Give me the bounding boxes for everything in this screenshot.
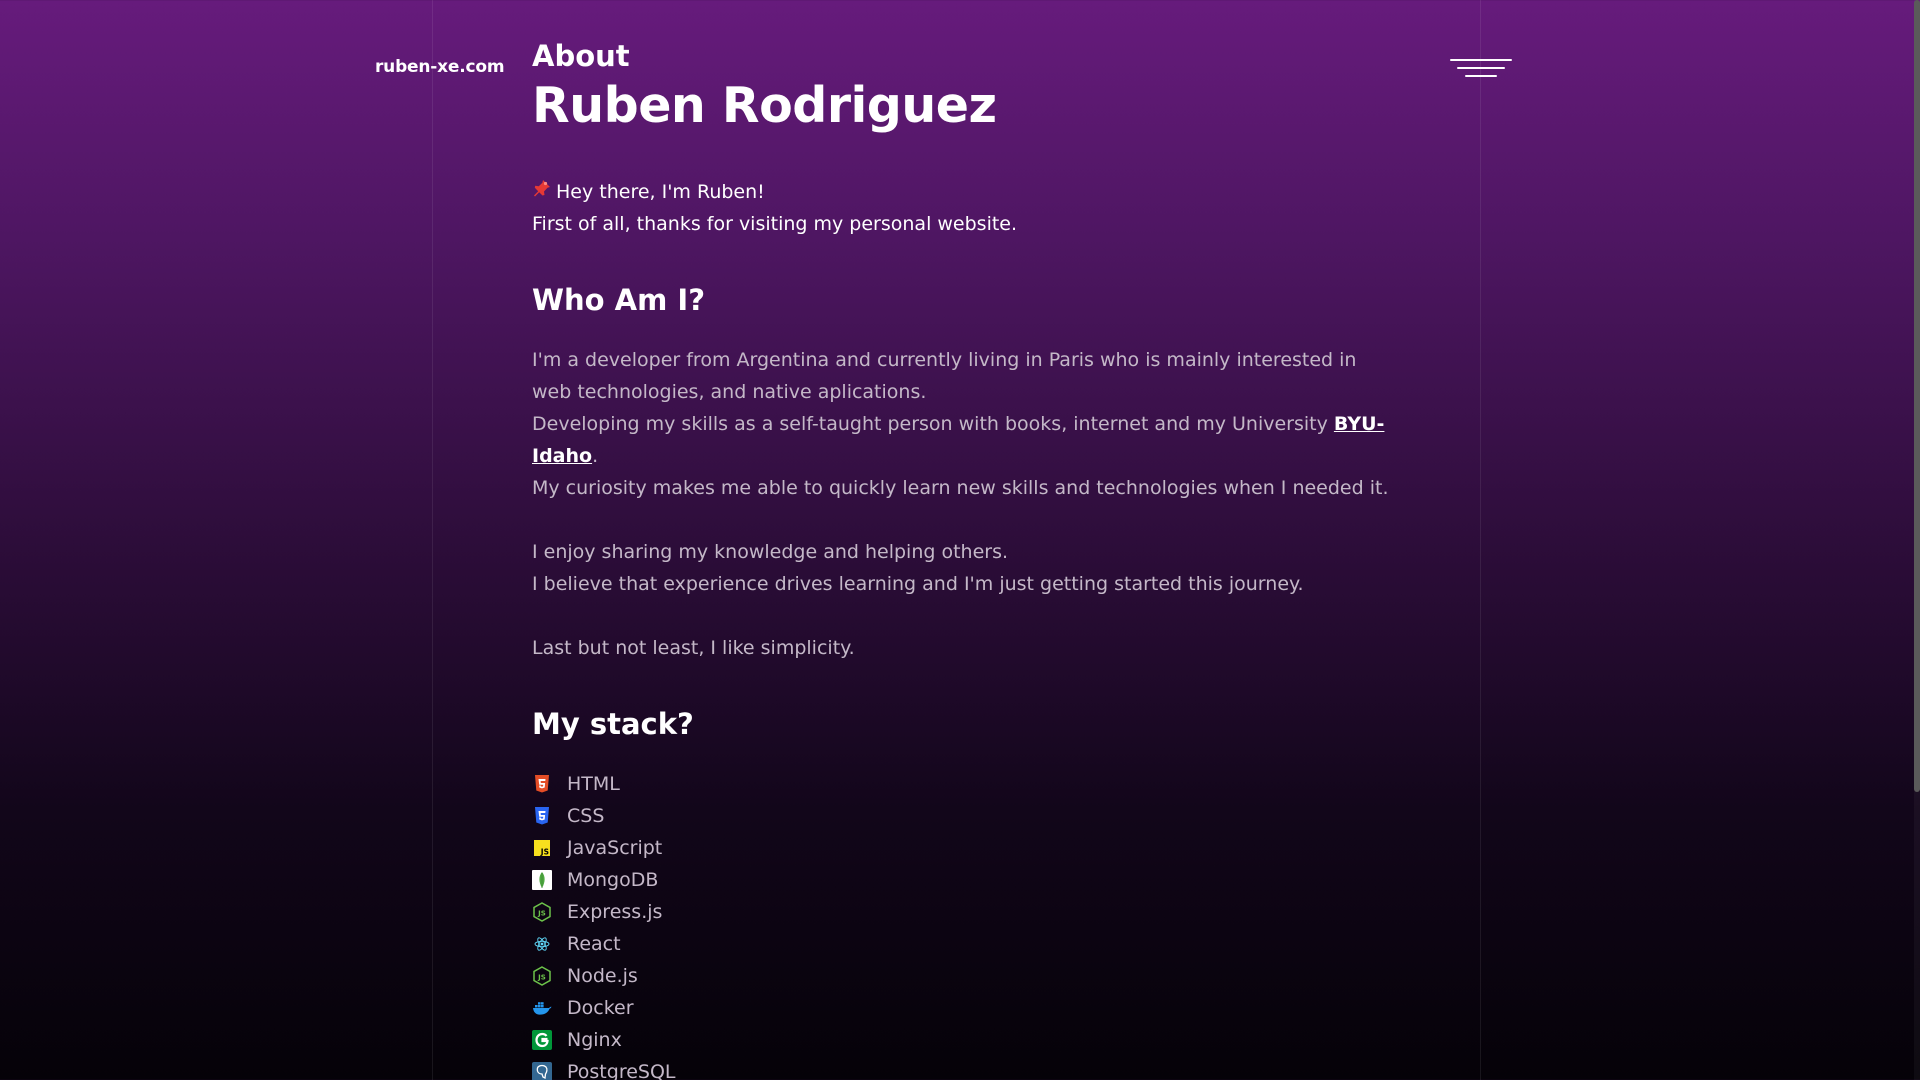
- page-scrollbar[interactable]: [1914, 0, 1920, 1080]
- stack-item-nodejs: JS Node.js: [532, 960, 1392, 992]
- nodejs-hex-icon: JS: [532, 966, 552, 986]
- right-frame-line: [1480, 0, 1481, 1080]
- menu-line-icon: [1450, 59, 1512, 61]
- stack-item-react: React: [532, 928, 1392, 960]
- stack-item-label: CSS: [567, 805, 605, 827]
- bio-paragraph: I enjoy sharing my knowledge and helping…: [532, 541, 1009, 563]
- stack-item-label: Docker: [567, 997, 634, 1019]
- nodejs-hex-icon: JS: [532, 902, 552, 922]
- stack-item-label: PostgreSQL: [567, 1061, 676, 1080]
- stack-item-nginx: Nginx: [532, 1024, 1392, 1056]
- stack-item-docker: Docker: [532, 992, 1392, 1024]
- svg-text:JS: JS: [537, 910, 546, 918]
- stack-item-javascript: JS JavaScript: [532, 832, 1392, 864]
- stack-item-label: React: [567, 933, 621, 955]
- svg-text:JS: JS: [540, 848, 549, 857]
- who-am-i-heading: Who Am I?: [532, 283, 706, 317]
- stack-item-html: HTML: [532, 768, 1392, 800]
- postgresql-icon: [532, 1062, 552, 1080]
- hamburger-menu-button[interactable]: [1450, 56, 1512, 82]
- svg-text:JS: JS: [537, 974, 546, 982]
- nginx-icon: [532, 1030, 552, 1050]
- stack-item-label: JavaScript: [567, 837, 663, 859]
- greeting-text: Hey there, I'm Ruben!: [556, 181, 765, 203]
- css3-icon: [532, 806, 552, 826]
- bio-paragraph: I'm a developer from Argentina and curre…: [532, 349, 1357, 403]
- stack-item-expressjs: JS Express.js: [532, 896, 1392, 928]
- html5-icon: [532, 774, 552, 794]
- stack-list: HTML CSS JS JavaScript MongoDB JS Expres…: [532, 768, 1392, 1080]
- stack-item-label: HTML: [567, 773, 620, 795]
- bio-paragraph: Developing my skills as a self-taught pe…: [532, 408, 1392, 472]
- page-eyebrow: About: [532, 39, 630, 73]
- thanks-text: First of all, thanks for visiting my per…: [532, 213, 1018, 235]
- stack-item-css: CSS: [532, 800, 1392, 832]
- bio-paragraph: I believe that experience drives learnin…: [532, 573, 1304, 595]
- greeting-line: Hey there, I'm Ruben!: [532, 176, 1392, 208]
- pushpin-icon: [532, 176, 556, 208]
- stack-item-label: Nginx: [567, 1029, 622, 1051]
- bio-paragraph: My curiosity makes me able to quickly le…: [532, 477, 1389, 499]
- menu-line-icon: [1457, 67, 1505, 69]
- stack-item-postgresql: PostgreSQL: [532, 1056, 1392, 1080]
- main-content: About Ruben Rodriguez Hey there, I'm Rub…: [532, 36, 1392, 1080]
- mongodb-icon: [532, 870, 552, 890]
- bio-text: .: [592, 445, 599, 467]
- stack-item-label: Express.js: [567, 901, 663, 923]
- intro-block: Hey there, I'm Ruben! First of all, than…: [532, 176, 1392, 240]
- javascript-icon: JS: [532, 838, 552, 858]
- menu-line-icon: [1465, 75, 1497, 77]
- docker-icon: [532, 998, 552, 1018]
- my-stack-heading: My stack?: [532, 707, 694, 741]
- stack-item-label: MongoDB: [567, 869, 659, 891]
- scrollbar-thumb[interactable]: [1914, 0, 1920, 792]
- stack-item-label: Node.js: [567, 965, 638, 987]
- bio-paragraph: Last but not least, I like simplicity.: [532, 637, 855, 659]
- left-frame-line: [432, 0, 433, 1080]
- stack-item-mongodb: MongoDB: [532, 864, 1392, 896]
- react-icon: [532, 934, 552, 954]
- site-logo-link[interactable]: ruben-xe.com: [375, 57, 505, 77]
- bio-text: Developing my skills as a self-taught pe…: [532, 413, 1334, 435]
- page-title: Ruben Rodriguez: [532, 77, 997, 134]
